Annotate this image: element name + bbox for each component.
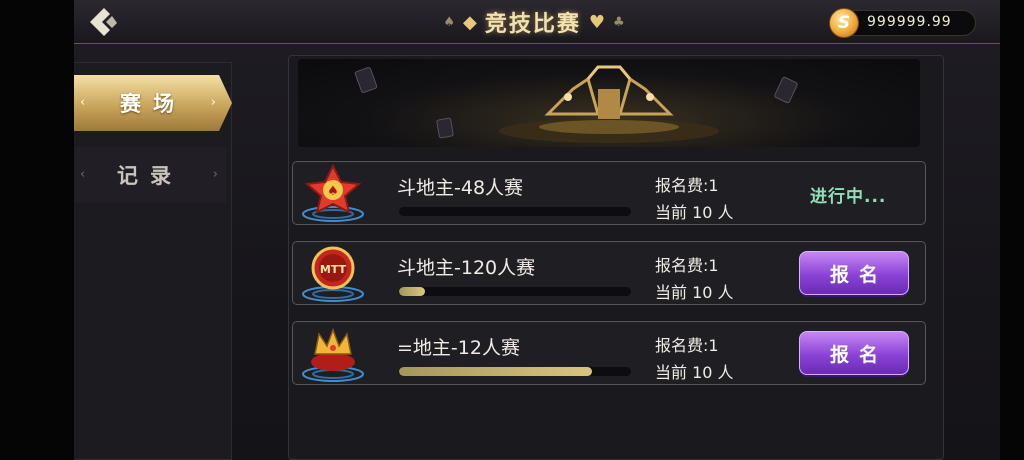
competition-screen: ♠ ◆ 竞技比赛 ♥ ♣ S 999999.99 ‹ 赛场 › ‹ 记录 › ♠… (74, 0, 1000, 460)
tab-records-label: 记录 (117, 164, 183, 188)
match-list-panel: ♠ 斗地主-48人赛 报名费:1 当前 10 人 进行中... MTT 斗地主-… (288, 55, 944, 460)
svg-text:MTT: MTT (320, 263, 347, 276)
page-title: 竞技比赛 (484, 12, 581, 37)
crown-badge-icon (302, 327, 364, 382)
coin-icon: S (829, 8, 859, 38)
trophy-banner (298, 59, 920, 147)
chevron-left-icon: ‹ (80, 95, 86, 110)
coin-balance-value: 999999.99 (867, 14, 952, 30)
title-group: ♠ ◆ 竞技比赛 ♥ ♣ (414, 6, 654, 38)
chevron-right-icon: › (210, 95, 216, 110)
match-name: 斗地主-48人赛 (397, 177, 524, 199)
chevron-left-icon: ‹ (80, 167, 86, 182)
entry-fee: 报名费:1 (655, 176, 719, 195)
side-nav: ‹ 赛场 › ‹ 记录 › (74, 62, 232, 460)
trophy-icon (354, 65, 798, 143)
left-border (0, 0, 74, 460)
match-name: =地主-12人赛 (397, 337, 520, 359)
spade-star-badge-icon: ♠ (302, 164, 364, 222)
entry-fee: 报名费:1 (655, 256, 719, 275)
match-row[interactable]: ♠ 斗地主-48人赛 报名费:1 当前 10 人 进行中... (292, 161, 926, 225)
progress-fill (399, 287, 425, 296)
tab-arena[interactable]: ‹ 赛场 › (74, 75, 232, 131)
tab-arena-label: 赛场 (120, 92, 186, 116)
current-players: 当前 10 人 (655, 203, 734, 222)
back-arrow-icon (90, 8, 117, 36)
match-name: 斗地主-120人赛 (397, 257, 536, 279)
diamond-icon: ◆ (463, 11, 477, 33)
spade-icon: ♠ (443, 14, 455, 30)
progress-fill (399, 367, 592, 376)
mtt-badge-icon: MTT (302, 246, 364, 302)
entry-fee: 报名费:1 (655, 336, 719, 355)
heart-icon: ♥ (588, 11, 605, 33)
progress-bar (399, 207, 631, 216)
signup-button[interactable]: 报名 (799, 251, 909, 295)
match-row[interactable]: =地主-12人赛 报名费:1 当前 10 人 报名 (292, 321, 926, 385)
tab-records[interactable]: ‹ 记录 › (74, 147, 226, 203)
current-players: 当前 10 人 (655, 283, 734, 302)
right-border (1000, 0, 1024, 460)
progress-bar (399, 287, 631, 296)
status-in-progress: 进行中... (810, 187, 887, 207)
match-row[interactable]: MTT 斗地主-120人赛 报名费:1 当前 10 人 报名 (292, 241, 926, 305)
progress-bar (399, 367, 631, 376)
svg-text:♠: ♠ (327, 184, 339, 199)
back-button[interactable] (82, 4, 122, 40)
club-icon: ♣ (613, 14, 625, 30)
chevron-right-icon: › (212, 167, 218, 182)
coin-balance: S 999999.99 (829, 8, 976, 38)
current-players: 当前 10 人 (655, 363, 734, 382)
signup-button[interactable]: 报名 (799, 331, 909, 375)
header-bar: ♠ ◆ 竞技比赛 ♥ ♣ S 999999.99 (74, 0, 1000, 44)
